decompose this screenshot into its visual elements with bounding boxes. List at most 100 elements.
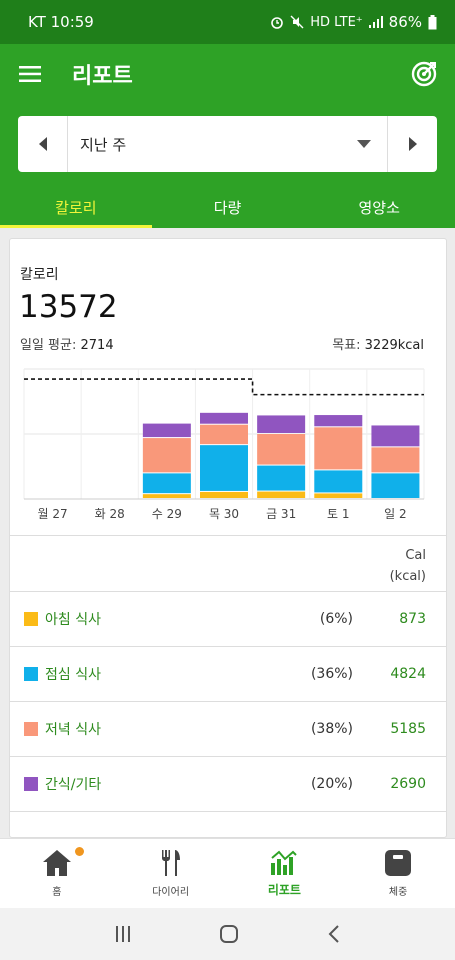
daily-average-value: 2714 bbox=[80, 338, 114, 353]
signal-icon bbox=[368, 16, 383, 28]
battery-percentage: 86% bbox=[388, 13, 422, 31]
network-indicator: HD LTE⁺ bbox=[310, 14, 363, 30]
period-dropdown-value: 지난 주 bbox=[80, 135, 127, 154]
dinner-swatch bbox=[24, 722, 38, 736]
app-bar: 리포트 bbox=[0, 44, 455, 104]
meal-calories: 2690 bbox=[390, 776, 426, 792]
chart-x-tick-label: 목 30 bbox=[209, 507, 239, 521]
daily-average: 일일 평균: 2714 bbox=[20, 334, 114, 353]
fork-knife-icon bbox=[161, 850, 180, 876]
bottom-navigation: 홈 다이어리 리포트 체중 bbox=[0, 838, 455, 908]
meal-name: 아침 식사 bbox=[45, 612, 101, 628]
nav-home[interactable]: 홈 bbox=[0, 839, 114, 908]
total-calories: 13572 bbox=[19, 289, 118, 325]
chart-svg: 월 27 화 28 수 29 목 30 금 31 토 1 일 2 bbox=[23, 368, 425, 521]
snacks-swatch bbox=[24, 777, 38, 791]
table-header: Cal (kcal) bbox=[10, 536, 446, 592]
chart-bar-segment bbox=[200, 424, 248, 445]
goal-target-icon[interactable] bbox=[411, 61, 437, 87]
meal-name: 점심 식사 bbox=[45, 667, 101, 683]
chart-bar-segment bbox=[314, 493, 363, 498]
chart-bar-segment bbox=[200, 491, 248, 498]
alarm-icon bbox=[271, 17, 284, 29]
home-icon bbox=[42, 850, 71, 876]
recent-apps-icon[interactable] bbox=[114, 925, 132, 943]
notification-dot bbox=[75, 847, 84, 856]
chart-bar-segment bbox=[257, 415, 306, 433]
nav-diary-label: 다이어리 bbox=[152, 887, 190, 898]
chart-x-tick-label: 일 2 bbox=[384, 507, 407, 521]
meal-name: 간식/기타 bbox=[45, 777, 102, 793]
lunch-swatch bbox=[24, 667, 38, 681]
chart-bar-segment bbox=[371, 473, 420, 498]
chevron-left-icon bbox=[38, 137, 47, 151]
meal-calories: 5185 bbox=[390, 721, 426, 737]
nav-diary[interactable]: 다이어리 bbox=[114, 839, 228, 908]
chart-x-tick-label: 금 31 bbox=[266, 507, 296, 521]
home-button-icon[interactable] bbox=[219, 924, 239, 944]
unit-header-line1: Cal bbox=[405, 548, 426, 563]
chart-bar-segment bbox=[314, 427, 363, 470]
tab-macros-label: 다량 bbox=[213, 198, 242, 217]
scale-icon bbox=[385, 850, 412, 876]
battery-icon bbox=[428, 14, 437, 29]
period-selector: 지난 주 bbox=[18, 116, 437, 172]
nav-weight[interactable]: 체중 bbox=[341, 839, 455, 908]
chart-bar-segment bbox=[257, 434, 306, 465]
meal-percent: (36%) bbox=[310, 666, 353, 682]
meal-percent: (20%) bbox=[310, 776, 353, 792]
table-row-lunch[interactable]: 점심 식사 (36%) 4824 bbox=[10, 647, 446, 702]
chart-goal-line bbox=[24, 378, 424, 396]
back-icon[interactable] bbox=[327, 925, 341, 943]
chart-bar-segment bbox=[142, 494, 191, 498]
chart-bar-segment bbox=[314, 470, 363, 493]
chart-bar-segment bbox=[257, 491, 306, 498]
meal-calories: 873 bbox=[399, 611, 426, 627]
menu-icon[interactable] bbox=[0, 44, 60, 104]
nav-weight-label: 체중 bbox=[388, 887, 408, 898]
status-time: KT 10:59 bbox=[28, 13, 94, 31]
meal-calories: 4824 bbox=[390, 666, 426, 682]
status-bar: KT 10:59 HD LTE⁺ 86% bbox=[0, 0, 455, 44]
chart-bar-segment bbox=[142, 438, 191, 473]
report-tabs: 칼로리 다량 영양소 bbox=[0, 186, 455, 228]
previous-period-button[interactable] bbox=[18, 116, 68, 172]
unit-header: Cal (kcal) bbox=[390, 545, 426, 587]
goal-label: 목표: bbox=[332, 338, 361, 353]
dropdown-arrow-icon bbox=[357, 140, 371, 148]
chart-x-tick-label: 월 27 bbox=[38, 507, 68, 521]
period-dropdown[interactable]: 지난 주 bbox=[68, 116, 387, 172]
goal-value: 3229kcal bbox=[364, 338, 424, 353]
status-icons: HD LTE⁺ 86% bbox=[270, 13, 437, 31]
breakfast-swatch bbox=[24, 612, 38, 626]
chart-bar-segment bbox=[371, 447, 420, 473]
calorie-report-card: 칼로리 13572 일일 평균: 2714 목표: 3229kcal 월 27 화… bbox=[9, 238, 447, 838]
report-chart-icon bbox=[271, 850, 298, 875]
chart-x-tick-label: 수 29 bbox=[152, 507, 182, 521]
chart-bar-segment bbox=[200, 445, 248, 491]
table-row-dinner[interactable]: 저녁 식사 (38%) 5185 bbox=[10, 702, 446, 757]
card-label: 칼로리 bbox=[20, 267, 59, 283]
nav-report-label: 리포트 bbox=[267, 883, 301, 897]
unit-header-line2: (kcal) bbox=[389, 569, 426, 584]
tab-macros[interactable]: 다량 bbox=[152, 186, 304, 228]
weekly-calorie-chart: 월 27 화 28 수 29 목 30 금 31 토 1 일 2 bbox=[10, 361, 446, 531]
nav-report[interactable]: 리포트 bbox=[228, 839, 342, 908]
table-row-breakfast[interactable]: 아침 식사 (6%) 873 bbox=[10, 592, 446, 647]
system-navigation-bar bbox=[0, 908, 455, 960]
period-area: 지난 주 bbox=[0, 104, 455, 186]
table-row-snacks[interactable]: 간식/기타 (20%) 2690 bbox=[10, 757, 446, 812]
next-period-button[interactable] bbox=[387, 116, 437, 172]
chart-bar-segment bbox=[142, 423, 191, 438]
chart-x-tick-label: 화 28 bbox=[95, 507, 125, 521]
chart-bar-segment bbox=[257, 465, 306, 491]
meal-name: 저녁 식사 bbox=[45, 722, 101, 738]
daily-average-label: 일일 평균: bbox=[20, 338, 77, 353]
nav-home-label: 홈 bbox=[52, 887, 62, 898]
mute-icon bbox=[290, 15, 304, 29]
chart-bar-segment bbox=[371, 425, 420, 447]
tab-nutrients[interactable]: 영양소 bbox=[303, 186, 455, 228]
tab-calories-label: 칼로리 bbox=[55, 198, 97, 217]
tab-calories[interactable]: 칼로리 bbox=[0, 186, 152, 228]
goal: 목표: 3229kcal bbox=[332, 334, 424, 353]
